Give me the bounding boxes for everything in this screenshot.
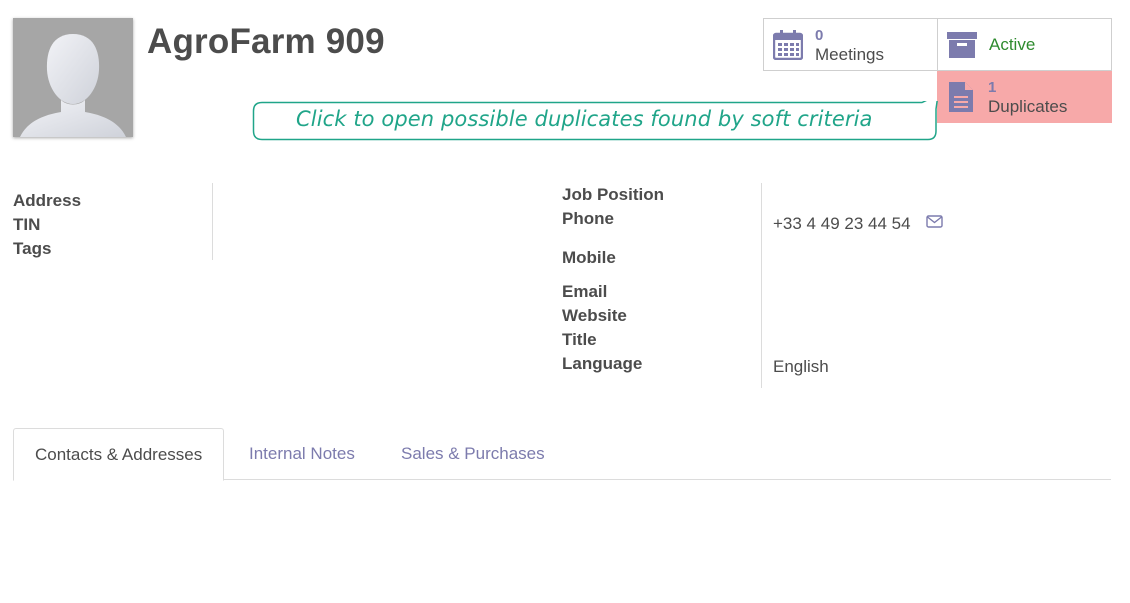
calendar-icon <box>773 29 803 60</box>
active-toggle-button[interactable]: Active <box>937 18 1112 71</box>
email-label: Email <box>562 282 608 301</box>
tooltip-text: Click to open possible duplicates found … <box>296 107 873 131</box>
mobile-label: Mobile <box>562 248 616 267</box>
envelope-icon[interactable] <box>926 215 943 229</box>
person-placeholder-icon <box>20 34 126 137</box>
meetings-count: 0 <box>815 26 824 44</box>
tab-internal-notes[interactable]: Internal Notes <box>228 428 376 480</box>
avatar[interactable] <box>13 18 133 137</box>
tab-contacts-addresses[interactable]: Contacts & Addresses <box>13 428 225 481</box>
document-icon <box>946 82 976 112</box>
language-label: Language <box>562 354 643 373</box>
phone-label: Phone <box>562 209 614 228</box>
notebook-tabs: Contacts & Addresses Internal Notes Sale… <box>13 428 1111 481</box>
job-position-label: Job Position <box>562 185 664 204</box>
archive-icon <box>947 30 977 60</box>
duplicates-label: Duplicates <box>988 97 1068 116</box>
tab-sales-purchases[interactable]: Sales & Purchases <box>380 428 566 480</box>
address-group: Address TIN Tags <box>13 183 213 260</box>
meetings-label: Meetings <box>815 44 884 64</box>
active-label: Active <box>989 35 1036 54</box>
title-label: Title <box>562 330 597 349</box>
page-title: AgroFarm 909 <box>147 22 385 61</box>
meetings-button[interactable]: 0 Meetings <box>763 18 938 71</box>
duplicates-count: 1 <box>988 79 997 96</box>
duplicates-button[interactable]: 1 Duplicates <box>937 71 1112 123</box>
contact-info-group: Job Position Phone Mobile Email Website … <box>562 183 762 388</box>
tags-label: Tags <box>13 239 52 258</box>
tin-label: TIN <box>13 215 41 234</box>
phone-value[interactable]: +33 4 49 23 44 54 <box>773 214 911 234</box>
duplicates-tooltip: Click to open possible duplicates found … <box>252 101 938 141</box>
address-label: Address <box>13 191 82 210</box>
language-value[interactable]: English <box>773 357 829 377</box>
website-label: Website <box>562 306 627 325</box>
